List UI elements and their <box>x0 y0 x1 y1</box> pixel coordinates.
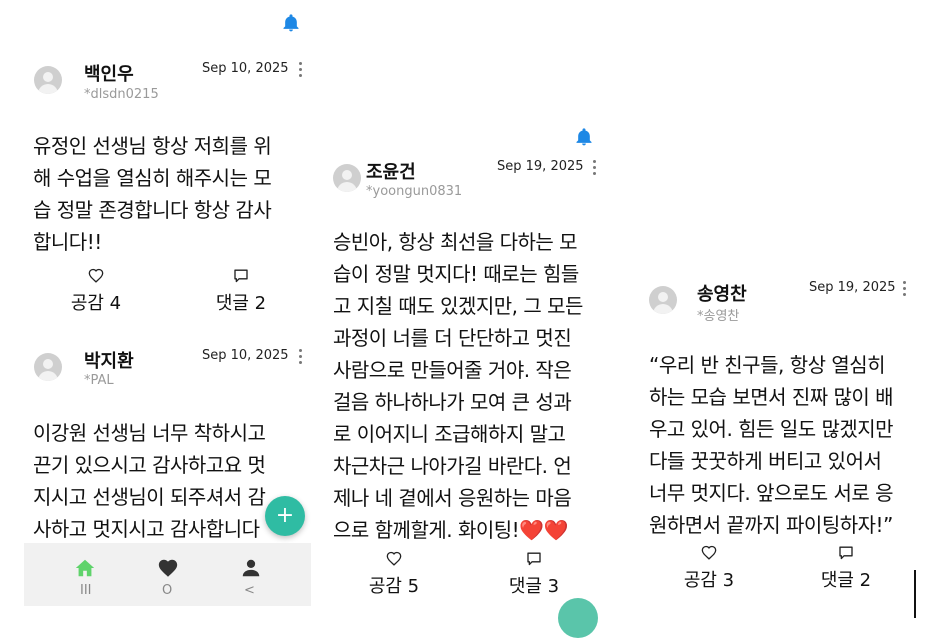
screen-2: 조윤건 *yoongun0831 Sep 19, 2025 승빈아, 항상 최선… <box>322 0 614 639</box>
author-handle: *PAL <box>84 373 114 388</box>
comment-count: 댓글 2 <box>215 293 267 314</box>
comment-button[interactable]: 댓글 2 <box>811 545 881 592</box>
more-options-icon[interactable] <box>593 160 597 178</box>
more-options-icon[interactable] <box>903 281 907 299</box>
screen-3: 송영찬 *송영찬 Sep 19, 2025 “우리 반 친구들, 항상 열심히 … <box>634 0 924 639</box>
notification-bell-icon[interactable] <box>281 13 301 33</box>
notification-bell-icon[interactable] <box>574 127 594 147</box>
home-icon[interactable] <box>74 557 96 579</box>
comment-count: 댓글 3 <box>508 576 560 597</box>
author-name: 조윤건 <box>366 162 416 183</box>
author-handle: *dlsdn0215 <box>84 87 159 102</box>
user-icon[interactable] <box>240 557 262 579</box>
like-count: 공감 3 <box>683 570 735 591</box>
comment-icon <box>234 269 248 283</box>
heart-outline-icon <box>386 551 402 566</box>
author-handle: *yoongun0831 <box>366 184 463 199</box>
comment-count: 댓글 2 <box>820 570 872 591</box>
more-options-icon[interactable] <box>299 349 303 367</box>
home-system-button[interactable]: O <box>162 583 172 598</box>
comment-icon <box>839 546 853 560</box>
like-button[interactable]: 공감 5 <box>359 551 429 598</box>
like-count: 공감 5 <box>368 576 420 597</box>
heart-icon[interactable] <box>157 557 179 579</box>
comment-button[interactable]: 댓글 3 <box>499 551 569 598</box>
avatar[interactable] <box>34 66 62 94</box>
post-date: Sep 10, 2025 <box>202 61 289 76</box>
like-button[interactable]: 공감 3 <box>674 545 744 592</box>
author-name: 백인우 <box>84 64 134 85</box>
author-name: 송영찬 <box>697 284 747 305</box>
avatar[interactable] <box>34 353 62 381</box>
like-button[interactable]: 공감 4 <box>61 268 131 315</box>
like-count: 공감 4 <box>70 293 122 314</box>
text-cursor <box>914 570 916 618</box>
add-post-button[interactable]: + <box>265 496 305 536</box>
post-date: Sep 19, 2025 <box>497 159 584 174</box>
heart-outline-icon <box>701 545 717 560</box>
author-name: 박지환 <box>84 351 134 372</box>
avatar[interactable] <box>333 164 361 192</box>
post-date: Sep 19, 2025 <box>809 280 896 295</box>
author-handle: *송영찬 <box>697 309 740 324</box>
comment-button[interactable]: 댓글 2 <box>206 268 276 315</box>
bottom-navigation: III O < <box>24 543 311 606</box>
add-post-button[interactable] <box>558 598 598 638</box>
post-date: Sep 10, 2025 <box>202 348 289 363</box>
back-system-button[interactable]: < <box>244 583 255 598</box>
post-content: 승빈아, 항상 최선을 다하는 모 습이 정말 멋지다! 때로는 힘들 고 지칠… <box>333 230 583 542</box>
recent-apps-button[interactable]: III <box>80 583 92 598</box>
post-content: “우리 반 친구들, 항상 열심히 하는 모습 보면서 진짜 많이 배 우고 있… <box>649 353 894 537</box>
post-content: 유정인 선생님 항상 저희를 위 해 수업을 열심히 해주시는 모 습 정말 존… <box>33 134 272 254</box>
screen-1: 백인우 *dlsdn0215 Sep 10, 2025 유정인 선생님 항상 저… <box>0 0 320 639</box>
comment-icon <box>527 552 541 566</box>
heart-outline-icon <box>88 268 104 283</box>
avatar[interactable] <box>649 286 677 314</box>
more-options-icon[interactable] <box>299 62 303 80</box>
